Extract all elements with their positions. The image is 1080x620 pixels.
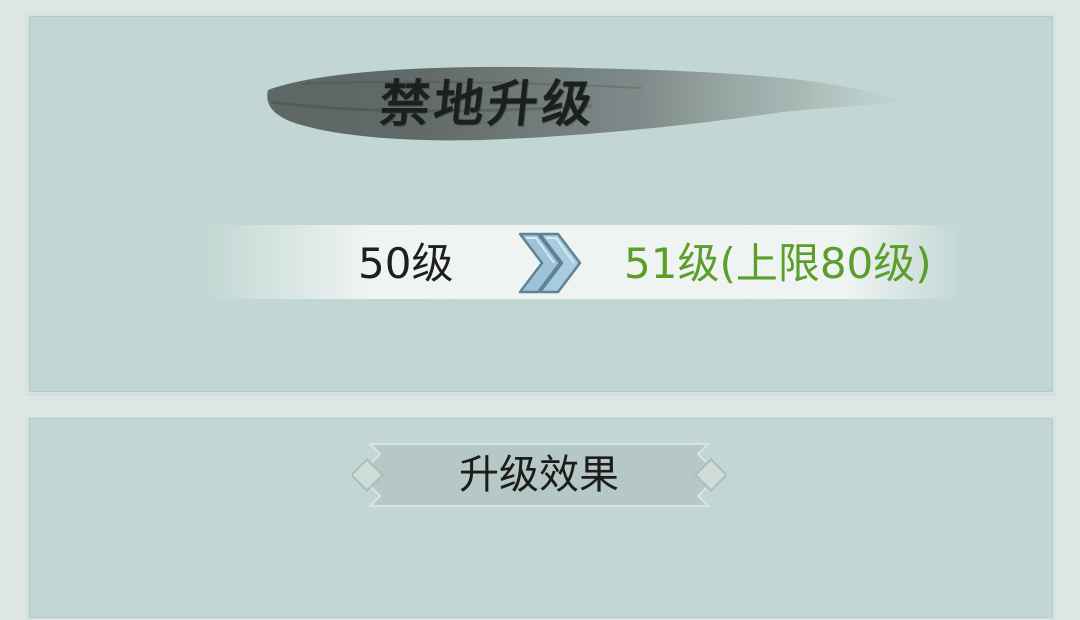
effects-section-title: 升级效果 [459,452,619,498]
next-level: 51级(上限80级) [624,239,932,288]
double-chevron-right-icon [518,232,582,294]
current-level: 50级 [358,239,454,288]
panel-title: 禁地升级 [376,74,600,133]
